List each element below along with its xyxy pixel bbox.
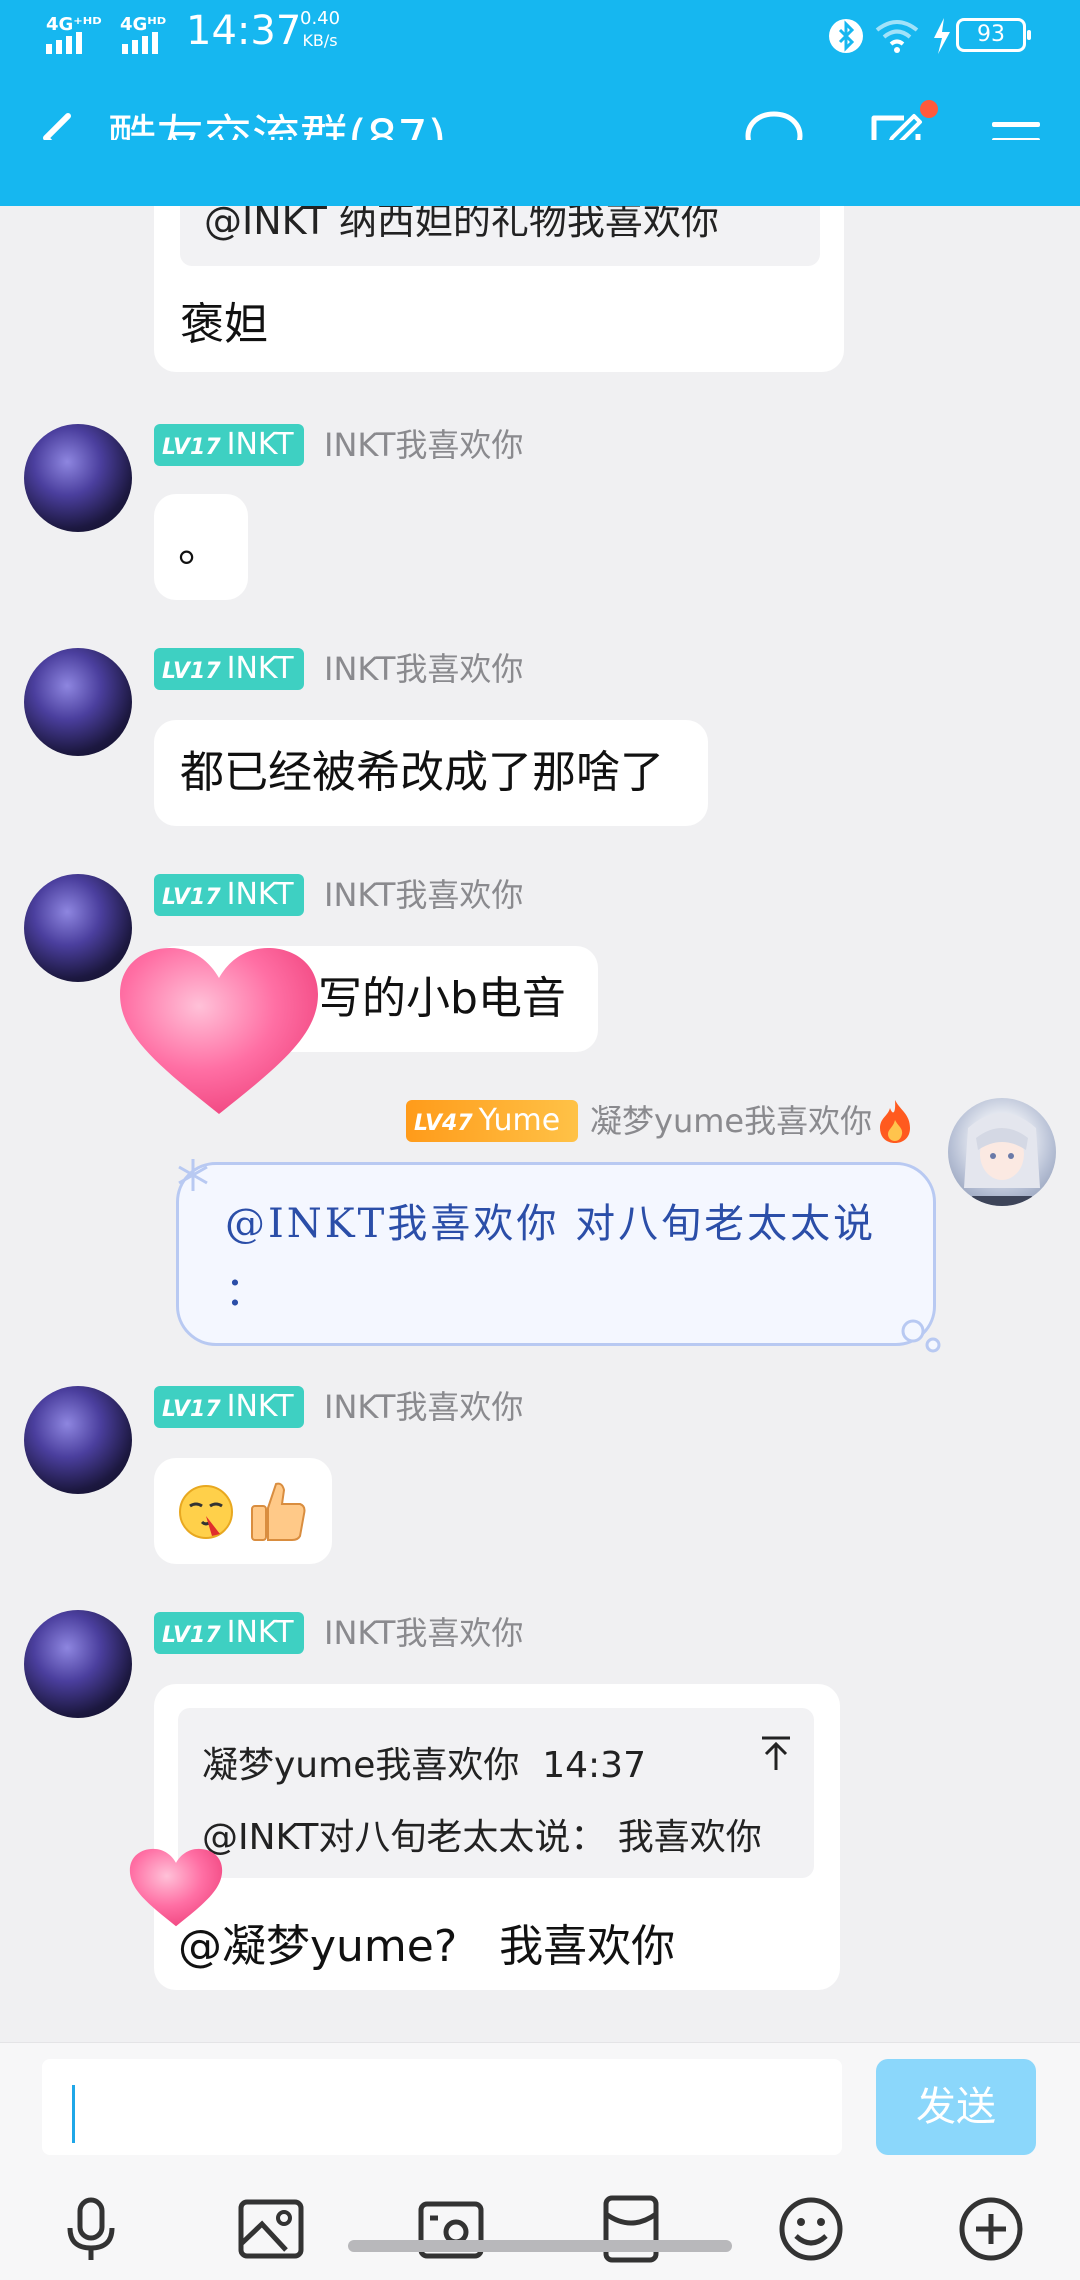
- emoji-icon[interactable]: [776, 2194, 846, 2264]
- message-text: 都已经被希改成了那啥了: [180, 747, 664, 798]
- message-bubble[interactable]: [154, 1458, 332, 1564]
- level-badge: LV17 INKT: [154, 424, 304, 466]
- input-toolbar: [0, 2178, 1080, 2280]
- sender-name[interactable]: INKT我喜欢你: [324, 1386, 523, 1428]
- level-badge: LV17 INKT: [154, 1386, 304, 1428]
- wifi-icon: [875, 20, 919, 53]
- home-indicator[interactable]: [348, 2240, 732, 2252]
- quoted-message[interactable]: 凝梦yume我喜欢你 14:37 @INKT对八旬老太太说： 我喜欢你: [178, 1708, 814, 1878]
- avatar-yume[interactable]: [948, 1098, 1056, 1206]
- bubble-decoration-icon: [901, 1319, 941, 1353]
- level-badge: LV17 INKT: [154, 874, 304, 916]
- text-caret: [72, 2085, 75, 2143]
- level-badge: LV17 INKT: [154, 1612, 304, 1654]
- sender-name[interactable]: INKT我喜欢你: [324, 648, 523, 690]
- red-packet-icon[interactable]: [596, 2194, 666, 2264]
- quote-header: 凝梦yume我喜欢你 14:37: [202, 1736, 646, 1788]
- anime-girl-avatar-icon: [964, 1113, 1040, 1206]
- mic-icon[interactable]: [56, 2194, 126, 2264]
- fire-icon: [880, 1100, 910, 1143]
- quote-author: 凝梦yume我喜欢你: [202, 1745, 520, 1786]
- avatar[interactable]: [24, 424, 132, 532]
- message-text: 褒妲: [180, 299, 268, 350]
- charging-icon: [934, 18, 950, 54]
- sender-name[interactable]: INKT我喜欢你: [324, 874, 523, 916]
- quote-text: @INKT对八旬老太太说： 我喜欢你: [202, 1817, 762, 1858]
- image-icon[interactable]: [236, 2194, 306, 2264]
- notification-dot: [920, 100, 938, 118]
- pin-top-icon[interactable]: [758, 1734, 794, 1774]
- message-bubble-decorated[interactable]: @INKT我喜欢你 对八旬老太太说 ：: [176, 1159, 941, 1353]
- avatar[interactable]: [24, 648, 132, 756]
- message-text: @INKT我喜欢你 对八旬老太太说: [225, 1201, 877, 1247]
- snowflake-icon: [178, 1159, 208, 1191]
- plus-icon[interactable]: [956, 2194, 1026, 2264]
- message-text: 写的小b电音: [318, 973, 566, 1024]
- message-text: 。: [178, 521, 222, 572]
- avatar[interactable]: [24, 1610, 132, 1718]
- signal-bars-2-icon: [122, 32, 158, 54]
- battery-indicator: 93: [956, 18, 1031, 52]
- heart-sticker-small-icon: [129, 1848, 223, 1927]
- message-text: @凝梦yume? 我喜欢你: [178, 1921, 676, 1972]
- message-input[interactable]: [42, 2059, 842, 2155]
- bluetooth-icon: [829, 19, 863, 53]
- sender-name[interactable]: INKT我喜欢你: [324, 1612, 523, 1654]
- thumbs-up-icon: [251, 1482, 306, 1541]
- network-speed: 0.40 KB/s: [300, 8, 340, 52]
- message-text-continued: ：: [225, 1269, 265, 1315]
- speed-unit: KB/s: [302, 31, 338, 50]
- signal-bars-1-icon: [46, 32, 82, 54]
- sender-name[interactable]: 凝梦yume我喜欢你: [590, 1100, 872, 1142]
- camera-icon[interactable]: [416, 2194, 486, 2264]
- sender-name[interactable]: INKT我喜欢你: [324, 424, 523, 466]
- message-bubble-reply[interactable]: 凝梦yume我喜欢你 14:37 @INKT对八旬老太太说： 我喜欢你 @凝梦y…: [154, 1684, 840, 1990]
- level-badge: LV17 INKT: [154, 648, 304, 690]
- quote-time: 14:37: [542, 1745, 646, 1786]
- nosebleed-emoji-icon: [179, 1485, 233, 1539]
- status-time: 14:37: [186, 8, 302, 54]
- status-bar: 4G⁺ᴴᴰ 4Gᴴᴰ 14:37 0.40 KB/s 93: [0, 0, 1080, 72]
- header-bottom-cover: [0, 140, 1080, 206]
- message-bubble[interactable]: 都已经被希改成了那啥了: [154, 720, 708, 826]
- avatar[interactable]: [24, 1386, 132, 1494]
- input-bar: 发送: [0, 2042, 1080, 2179]
- speed-value: 0.40: [300, 8, 341, 29]
- send-button[interactable]: 发送: [876, 2059, 1036, 2155]
- message-bubble[interactable]: 。: [154, 494, 248, 600]
- heart-sticker-icon: [120, 948, 318, 1114]
- level-badge: LV47 Yume: [406, 1100, 578, 1142]
